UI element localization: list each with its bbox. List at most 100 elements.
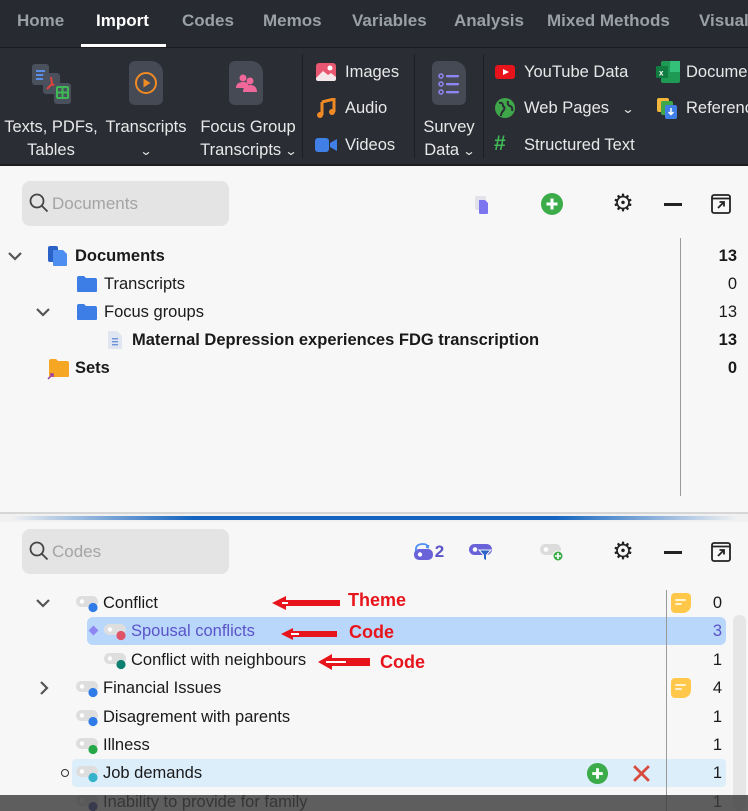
codes-search[interactable] [22,529,229,574]
code-tree-row[interactable]: Job demands 1 [0,759,748,787]
code-label: Spousal conflicts [131,622,255,640]
folder-icon [77,276,97,292]
document-system-pane: ⚙ Documents 13 Transcripts 0 [0,168,748,512]
folder-icon [77,304,97,320]
splitter-highlight [10,516,738,520]
code-label: Job demands [103,764,203,782]
references-icon [657,98,677,119]
import-focus-group-button[interactable]: Focus Group Transcripts ⌄ [196,48,300,166]
tree-row-focus-groups[interactable]: Focus groups 13 [0,298,748,326]
tab-visual[interactable]: Visual [699,11,748,31]
documents-search-input[interactable] [52,181,222,226]
import-texts-pdfs-tables-button[interactable]: Texts, PDFs, Tables [2,48,100,166]
code-tree-scrollbar[interactable] [733,615,746,811]
focus-group-chevron-down-icon[interactable]: ⌄ [284,140,297,163]
document-table-label: Docume [686,63,748,81]
pane-splitter[interactable] [0,512,748,522]
active-tab-indicator [81,44,166,47]
memo-icon[interactable] [671,593,691,613]
import-web-pages-button[interactable]: Web Pages ⌄ [494,93,639,123]
web-pages-chevron-down-icon[interactable]: ⌄ [621,94,634,124]
survey-label-line1: Survey [423,118,475,136]
tab-codes[interactable]: Codes [182,11,234,31]
code-icon [76,681,98,698]
video-camera-icon [315,138,337,152]
tree-label: Focus groups [104,303,204,321]
memo-icon[interactable] [671,678,691,698]
codes-minimize-button[interactable] [659,538,687,566]
add-document-button[interactable] [538,190,566,218]
activated-codes-button[interactable]: 2 [408,538,448,566]
hash-icon: # [494,132,506,155]
undock-icon [711,194,731,214]
chevron-down-icon[interactable] [35,589,51,617]
code-label: Financial Issues [103,679,222,697]
survey-chevron-down-icon[interactable]: ⌄ [462,140,475,163]
transcripts-label: Transcripts [105,118,187,136]
structured-text-label: Structured Text [524,136,635,154]
tab-variables[interactable]: Variables [352,11,427,31]
import-images-button[interactable]: Images [315,57,405,87]
transcripts-chevron-down-icon[interactable]: ⌄ [139,140,152,163]
tree-row-transcripts[interactable]: Transcripts 0 [0,270,748,298]
survey-label-line2: Data [424,141,460,159]
import-document-table-button[interactable]: x Docume [656,57,748,87]
search-icon [29,193,49,213]
documents-undock-button[interactable] [707,190,735,218]
search-icon [29,541,49,561]
codes-search-input[interactable] [52,529,222,574]
codes-undock-button[interactable] [707,538,735,566]
chevron-down-icon[interactable] [7,242,23,270]
tree-count: 13 [718,303,737,321]
svg-text:x: x [659,69,664,78]
import-transcripts-button[interactable]: Transcripts ⌄ [104,48,188,166]
audio-label: Audio [345,99,388,117]
import-survey-data-button[interactable]: Survey Data ⌄ [418,48,480,166]
new-document-button[interactable] [468,191,496,219]
code-tree-row[interactable]: Financial Issues 4 [0,674,748,702]
tab-analysis[interactable]: Analysis [454,11,524,31]
import-structured-text-button[interactable]: # Structured Text [494,130,639,160]
bottom-overlay-bar [0,795,748,811]
documents-settings-button[interactable]: ⚙ [609,190,637,218]
codes-settings-button[interactable]: ⚙ [609,538,637,566]
references-label: Referenc [686,99,748,117]
new-code-button[interactable] [538,538,566,566]
texts-label-line1: Texts, PDFs, [4,118,98,136]
tree-row-documents[interactable]: Documents 13 [0,242,748,270]
focus-group-label-line1: Focus Group [200,118,296,136]
code-count: 1 [712,764,722,782]
import-youtube-button[interactable]: YouTube Data [494,57,639,87]
import-videos-button[interactable]: Videos [315,130,405,160]
chevron-right-icon[interactable] [36,674,52,702]
documents-stack-icon [48,246,67,266]
delete-icon[interactable] [632,764,651,783]
tree-count: 0 [727,359,737,377]
minimize-icon [664,202,682,206]
import-audio-button[interactable]: Audio [315,93,405,123]
documents-search[interactable] [22,181,229,226]
import-references-button[interactable]: Referenc [656,93,748,123]
add-icon[interactable] [586,762,609,785]
annotation-label: Code [380,652,425,672]
hover-marker-icon [61,769,69,777]
survey-list-icon [438,73,459,95]
tab-mixed-methods[interactable]: Mixed Methods [547,11,670,31]
documents-minimize-button[interactable] [659,190,687,218]
tab-import[interactable]: Import [96,11,149,31]
sets-folder-icon [47,359,69,380]
code-tree-row[interactable]: Disagrement with parents 1 [0,703,748,731]
code-label: Conflict with neighbours [131,651,307,669]
tree-row-document[interactable]: Maternal Depression experiences FDG tran… [0,326,748,354]
tree-row-sets[interactable]: Sets 0 [0,354,748,382]
code-count: 0 [712,594,722,612]
chevron-down-icon[interactable] [35,298,51,326]
globe-icon [495,98,515,118]
tab-home[interactable]: Home [17,11,64,31]
code-tree-row[interactable]: Illness 1 [0,731,748,759]
code-icon [76,766,98,783]
tab-memos[interactable]: Memos [263,11,322,31]
focus-group-icon [236,74,257,92]
code-filter-button[interactable] [467,538,495,566]
code-tree-row[interactable]: Conflict with neighbours 1 [0,646,748,674]
